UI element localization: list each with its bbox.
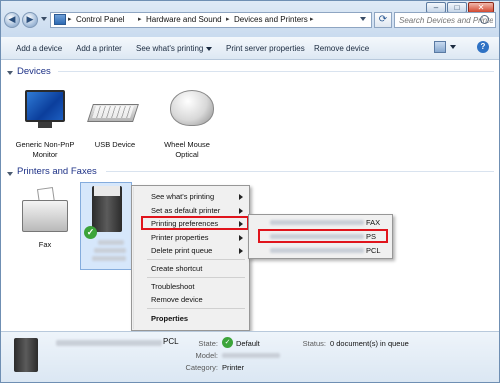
context-menu-gutter bbox=[133, 187, 134, 329]
breadcrumb-hardware-and-sound[interactable]: Hardware and Sound bbox=[146, 15, 222, 24]
menu-separator bbox=[147, 277, 245, 278]
keyboard-keys bbox=[92, 106, 134, 118]
menu-item-remove-device[interactable]: Remove device bbox=[151, 295, 203, 304]
printer-name-redacted bbox=[92, 256, 126, 261]
submenu-arrow-icon bbox=[239, 208, 243, 214]
device-label-line: USB Device bbox=[94, 140, 136, 149]
device-label-line: Monitor bbox=[32, 150, 58, 159]
device-label-usb[interactable]: USB Device bbox=[80, 140, 150, 150]
monitor-stand bbox=[38, 122, 52, 128]
breadcrumb-separator[interactable]: ▸ bbox=[310, 15, 314, 23]
breadcrumb-control-panel[interactable]: Control Panel bbox=[76, 15, 124, 24]
more-options-icon[interactable] bbox=[450, 45, 456, 49]
maximize-icon: □ bbox=[454, 3, 460, 12]
details-category-label: Category: bbox=[185, 363, 218, 372]
chevron-down-icon bbox=[206, 46, 213, 51]
collapse-devices-icon[interactable] bbox=[7, 71, 13, 75]
printers-group-divider bbox=[106, 171, 494, 172]
device-label-fax[interactable]: Fax bbox=[10, 240, 80, 250]
add-device-button[interactable]: Add a device bbox=[16, 44, 62, 53]
menu-item-properties[interactable]: Properties bbox=[151, 314, 188, 323]
device-label-monitor[interactable]: Generic Non-PnP Monitor bbox=[10, 140, 80, 160]
details-printer-name-suffix: PCL bbox=[163, 337, 179, 346]
model-name-redacted bbox=[222, 353, 280, 358]
see-whats-printing-button[interactable]: See what's printing bbox=[136, 44, 213, 53]
menu-item-printing-preferences[interactable]: Printing preferences bbox=[151, 219, 218, 228]
menu-item-troubleshoot[interactable]: Troubleshoot bbox=[151, 282, 195, 291]
close-icon: ✕ bbox=[477, 3, 485, 12]
device-label-mouse[interactable]: Wheel Mouse Optical bbox=[152, 140, 222, 160]
device-label-line: Wheel Mouse bbox=[164, 140, 210, 149]
monitor-icon[interactable] bbox=[25, 90, 65, 122]
submenu-arrow-icon bbox=[239, 194, 243, 200]
remove-device-button[interactable]: Remove device bbox=[314, 44, 369, 53]
submenu-item-ps[interactable]: PS bbox=[366, 232, 376, 241]
submenu-arrow-icon bbox=[239, 221, 243, 227]
refresh-button[interactable]: ⟳ bbox=[374, 12, 392, 28]
refresh-icon: ⟳ bbox=[378, 14, 388, 25]
details-state-label: State: bbox=[198, 339, 218, 348]
collapse-printers-icon[interactable] bbox=[7, 172, 13, 176]
menu-separator bbox=[147, 259, 245, 260]
submenu-item-pcl[interactable]: PCL bbox=[366, 246, 381, 255]
back-arrow-icon[interactable]: ◀ bbox=[4, 12, 20, 28]
devices-group-divider bbox=[58, 71, 494, 72]
details-model-label: Model: bbox=[195, 351, 218, 360]
see-whats-printing-label: See what's printing bbox=[136, 44, 204, 53]
search-icon[interactable] bbox=[480, 15, 489, 24]
printer-name-redacted bbox=[270, 220, 364, 225]
printer-name-redacted bbox=[98, 240, 124, 245]
mouse-icon[interactable] bbox=[170, 90, 214, 126]
submenu-arrow-icon bbox=[239, 235, 243, 241]
breadcrumb-devices-and-printers[interactable]: Devices and Printers bbox=[234, 15, 308, 24]
default-check-icon: ✓ bbox=[222, 337, 233, 348]
add-printer-button[interactable]: Add a printer bbox=[76, 44, 122, 53]
minimize-icon: – bbox=[433, 3, 439, 12]
device-label-line: Optical bbox=[175, 150, 199, 159]
printer-name-redacted bbox=[94, 248, 126, 253]
change-view-icon[interactable] bbox=[434, 41, 446, 53]
menu-separator bbox=[147, 308, 245, 309]
details-category-value: Printer bbox=[222, 363, 245, 372]
printer-name-redacted bbox=[270, 234, 364, 239]
printer-name-redacted bbox=[56, 340, 162, 346]
printer-name-redacted bbox=[270, 248, 364, 253]
fax-icon[interactable] bbox=[22, 200, 68, 232]
submenu-arrow-icon bbox=[239, 248, 243, 254]
menu-item-printer-properties[interactable]: Printer properties bbox=[151, 233, 209, 242]
details-state-value: Default bbox=[236, 339, 260, 348]
menu-item-see-whats-printing[interactable]: See what's printing bbox=[151, 192, 214, 201]
print-server-properties-button[interactable]: Print server properties bbox=[226, 44, 305, 53]
printer-thumbnail-icon bbox=[14, 338, 38, 372]
device-label-line: Generic Non-PnP bbox=[15, 140, 75, 149]
menu-item-delete-print-queue[interactable]: Delete print queue bbox=[151, 246, 212, 255]
menu-item-set-default[interactable]: Set as default printer bbox=[151, 206, 220, 215]
details-status-value: 0 document(s) in queue bbox=[330, 339, 409, 348]
menu-item-create-shortcut[interactable]: Create shortcut bbox=[151, 264, 202, 273]
breadcrumb-separator[interactable]: ▸ bbox=[138, 15, 142, 23]
control-panel-icon bbox=[54, 14, 66, 25]
recent-pages-dropdown[interactable] bbox=[41, 17, 47, 21]
help-icon[interactable]: ? bbox=[477, 41, 489, 53]
default-printer-check-icon: ✓ bbox=[84, 226, 97, 239]
address-dropdown-icon[interactable] bbox=[360, 17, 366, 21]
printers-group-title[interactable]: Printers and Faxes bbox=[17, 166, 97, 177]
forward-arrow-icon[interactable]: ▶ bbox=[22, 12, 38, 28]
breadcrumb-separator[interactable]: ▸ bbox=[68, 15, 72, 23]
printer-scanner-lid bbox=[94, 186, 120, 196]
submenu-item-fax[interactable]: FAX bbox=[366, 218, 380, 227]
breadcrumb-separator[interactable]: ▸ bbox=[226, 15, 230, 23]
details-status-label: Status: bbox=[302, 339, 326, 348]
devices-group-title[interactable]: Devices bbox=[17, 66, 51, 77]
